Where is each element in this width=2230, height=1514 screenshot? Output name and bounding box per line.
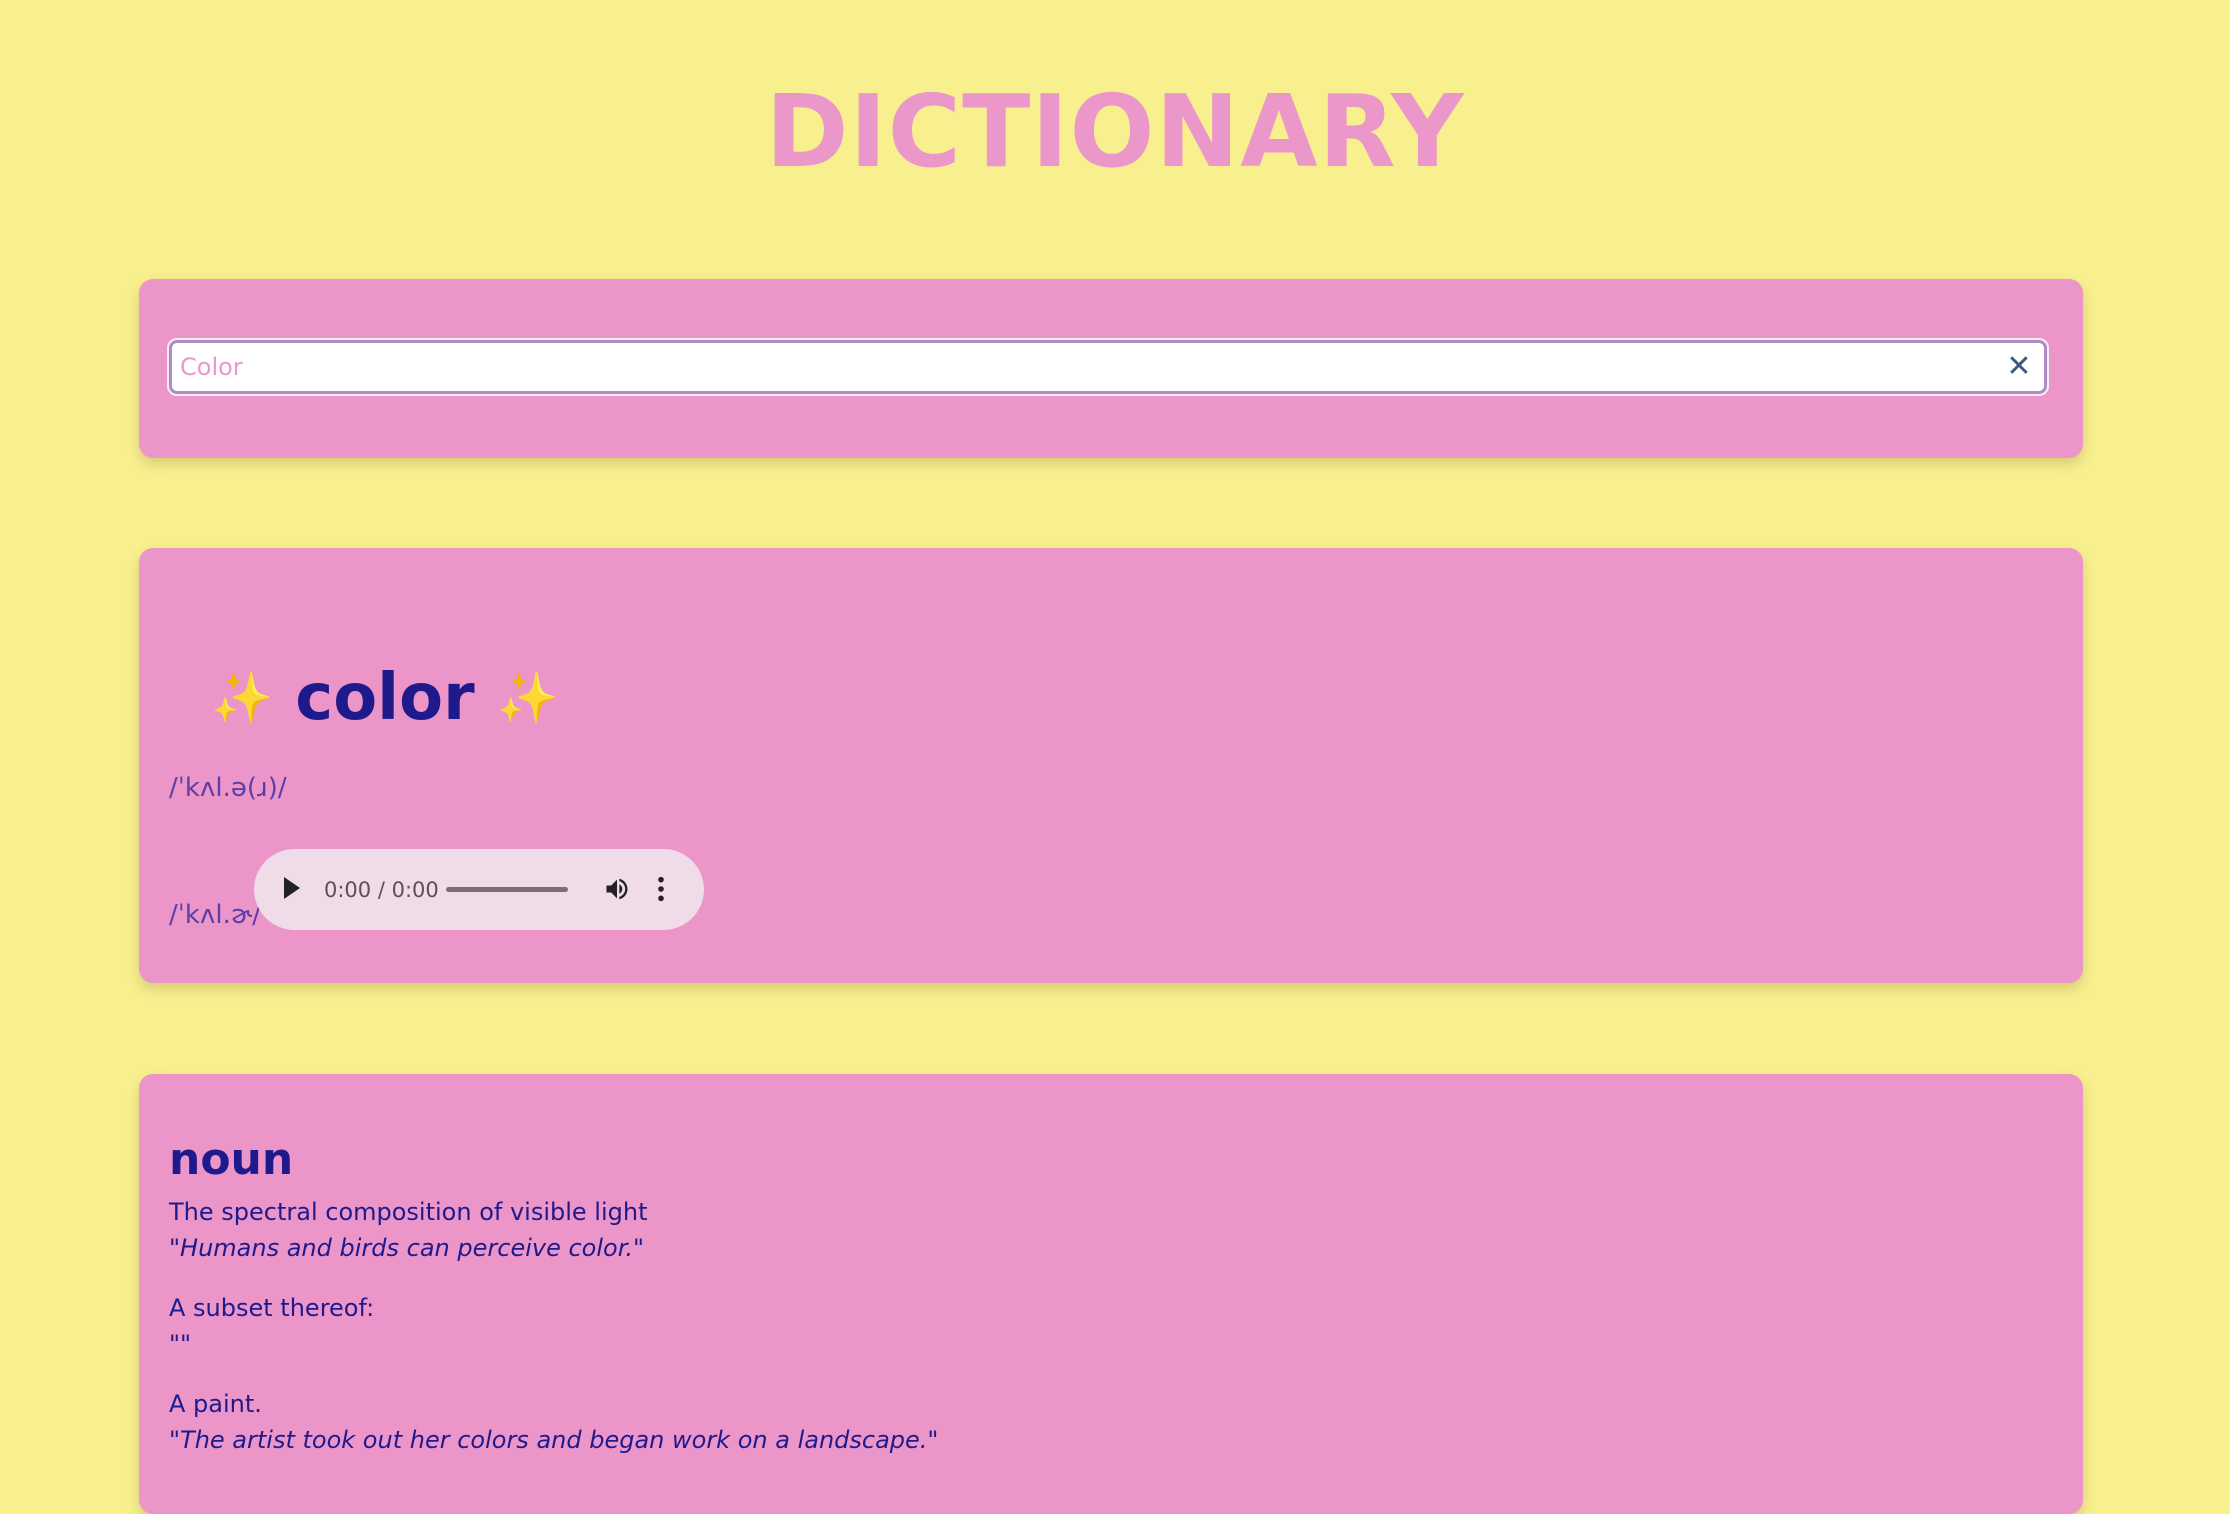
phonetic-text: /ˈkʌl.ɚ/ (169, 900, 261, 930)
phonetic-text: /ˈkʌl.ə(ɹ)/ (169, 773, 287, 803)
definition-item: The spectral composition of visible ligh… (169, 1194, 648, 1266)
close-icon[interactable]: ✕ (2006, 350, 2032, 384)
example-text: "Humans and birds can perceive color." (169, 1234, 645, 1262)
play-icon[interactable] (284, 877, 300, 899)
definition-text: A paint. (169, 1390, 262, 1418)
audio-player[interactable]: 0:00 / 0:00 (254, 849, 704, 930)
meaning-card: noun The spectral composition of visible… (139, 1074, 2083, 1514)
example-text: "" (169, 1330, 192, 1358)
seek-bar[interactable] (446, 887, 568, 892)
headword-row: ✨ color ✨ (211, 653, 559, 743)
definition-text: The spectral composition of visible ligh… (169, 1198, 648, 1226)
app-title: DICTIONARY (765, 73, 1465, 190)
search-input[interactable] (180, 349, 2000, 385)
search-card: ✕ (139, 279, 2083, 458)
word-card: ✨ color ✨ /ˈkʌl.ə(ɹ)/ /ˈkʌl.ɚ/ 0:00 / 0:… (139, 548, 2083, 983)
example-text: "The artist took out her colors and bega… (169, 1426, 939, 1454)
sparkle-icon: ✨ (496, 669, 559, 727)
audio-time: 0:00 / 0:00 (324, 878, 439, 902)
search-box: ✕ (169, 340, 2047, 394)
sparkle-icon: ✨ (211, 669, 274, 727)
headword: color (295, 661, 475, 735)
definition-item: A subset thereof: "" (169, 1290, 374, 1362)
part-of-speech: noun (169, 1134, 294, 1185)
definition-text: A subset thereof: (169, 1294, 375, 1322)
volume-icon[interactable] (603, 875, 631, 903)
more-options-icon[interactable] (654, 875, 668, 903)
definition-item: A paint. "The artist took out her colors… (169, 1386, 938, 1458)
